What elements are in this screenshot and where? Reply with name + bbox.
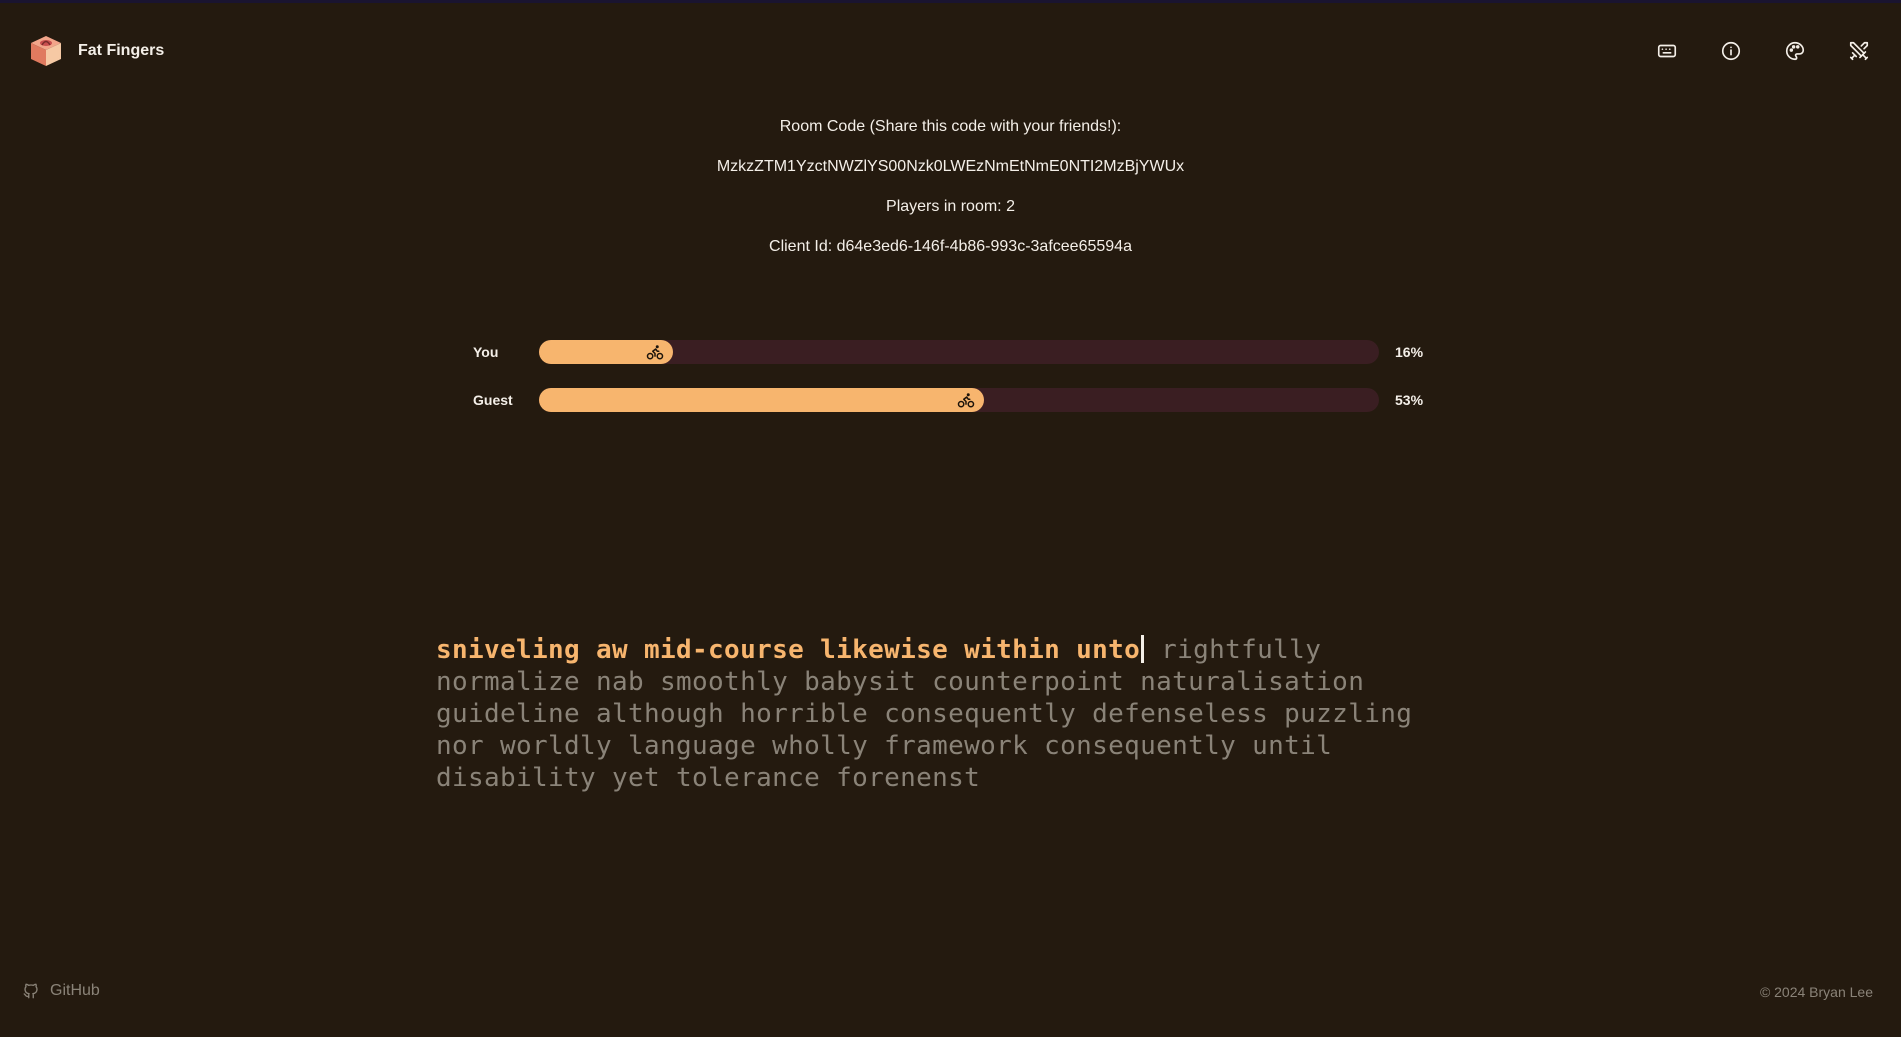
github-label: GitHub — [50, 982, 100, 999]
brand[interactable]: Fat Fingers — [28, 33, 164, 69]
keyboard-icon[interactable] — [1655, 39, 1679, 63]
info-icon[interactable] — [1719, 39, 1743, 63]
progress-percent: 53% — [1395, 392, 1424, 408]
logo-icon — [31, 36, 61, 66]
progress-track — [539, 340, 1379, 364]
progress-percent: 16% — [1395, 344, 1424, 360]
palette-icon[interactable] — [1783, 39, 1807, 63]
racer-row-guest: Guest 53% — [473, 376, 1433, 424]
racer-name: Guest — [473, 392, 513, 408]
typing-area[interactable]: sniveling aw mid-course likewise within … — [436, 634, 1466, 794]
players-count: Players in room: 2 — [886, 198, 1015, 215]
room-info: Room Code (Share this code with your fri… — [0, 116, 1901, 276]
room-code-label: Room Code (Share this code with your fri… — [779, 118, 1122, 135]
progress-track — [539, 388, 1379, 412]
text-caret — [1141, 635, 1145, 663]
bicycle-icon — [647, 345, 664, 360]
client-id: Client Id: d64e3ed6-146f-4b86-993c-3afce… — [769, 238, 1132, 255]
header: Fat Fingers — [0, 3, 1901, 99]
swords-icon[interactable] — [1847, 39, 1871, 63]
app-name: Fat Fingers — [78, 42, 165, 59]
room-code[interactable]: MzkzZTM1YzctNWZlYS00Nzk0LWEzNmEtNmE0NTI2… — [0, 156, 1901, 196]
copyright: © 2024 Bryan Lee — [1759, 984, 1873, 1000]
typed-text: sniveling aw mid-course likewise within … — [436, 635, 1141, 665]
progress-fill — [539, 388, 985, 412]
racer-name: You — [473, 344, 499, 360]
race-progress: You 16% Guest 53% — [473, 328, 1433, 424]
github-link[interactable]: GitHub — [22, 982, 100, 1000]
bicycle-icon — [957, 393, 975, 408]
header-actions — [1655, 39, 1871, 63]
racer-row-you: You 16% — [473, 328, 1433, 376]
github-icon — [23, 983, 38, 999]
